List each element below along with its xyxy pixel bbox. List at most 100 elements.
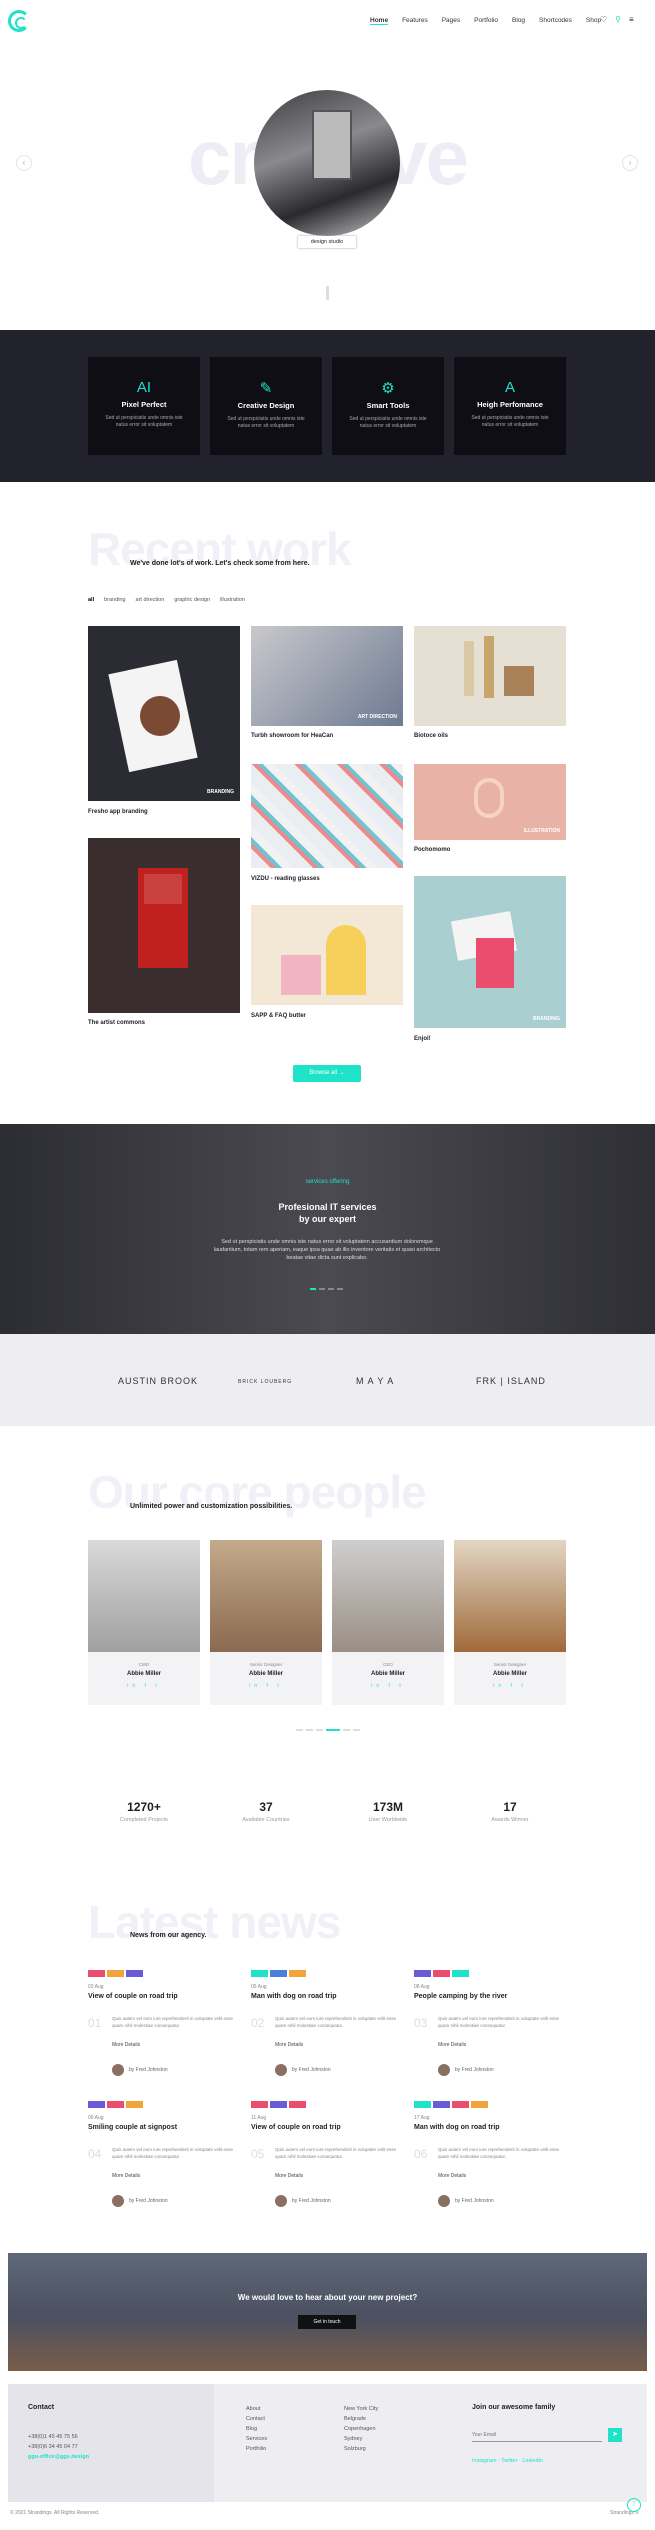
work-label[interactable]: Enjoi! [414,1036,431,1042]
nav-features[interactable]: Features [402,17,428,25]
nav-portfolio[interactable]: Portfolio [474,17,498,25]
more-details-link[interactable]: More Details [112,2173,140,2179]
stat-value: 1270+ [127,1800,161,1814]
back-to-top-icon[interactable]: ↑ [627,2498,641,2512]
stat: 17 Awards Winner [450,1800,570,1823]
work-tile[interactable] [88,838,240,1013]
stat-value: 37 [259,1800,273,1814]
news-excerpt: Quis autem vel eum iure reprehenderit in… [275,2016,397,2028]
logo[interactable] [8,10,30,32]
send-icon[interactable]: ➤ [608,2428,622,2442]
client-logo: BRICK LOUBERG [238,1379,293,1385]
heart-icon[interactable]: ♡ [600,15,607,24]
team-photo [332,1540,444,1652]
footer-link[interactable]: Contact [246,2414,267,2424]
news-date: 03 Aug [88,1984,104,1990]
work-label[interactable]: The artist commons [88,1020,145,1026]
news-title[interactable]: People camping by the river [414,1993,564,2000]
work-tile[interactable]: ART DIRECTION [251,626,403,726]
footer-link[interactable]: Blog [246,2424,267,2434]
footer-link[interactable]: About [246,2404,267,2414]
nav-shop[interactable]: Shop [586,17,601,25]
feature-title: Creative Design [237,401,295,410]
feature-card: AI Pixel Perfect Sed ut perspiciatis und… [88,357,200,455]
work-tile[interactable]: BRANDING [414,876,566,1028]
next-arrow-icon[interactable]: › [622,155,638,171]
browse-all-button[interactable]: Browse all → [293,1065,361,1082]
filter-illustration[interactable]: illustration [220,597,245,603]
services-text: Sed ut perspiciatis unde omnis iste natu… [213,1239,441,1261]
footer-link[interactable]: New York City [344,2404,378,2414]
news-excerpt: Quis autem vel eum iure reprehenderit in… [112,2147,234,2159]
nav-shortcodes[interactable]: Shortcodes [539,17,572,25]
footer-link[interactable]: Portfolio [246,2444,267,2454]
more-details-link[interactable]: More Details [275,2173,303,2179]
contact-email[interactable]: ggu-office@ggs.design [28,2452,89,2462]
people-big-heading: Our core people [88,1466,427,1518]
footer-link[interactable]: Copenhagen [344,2424,378,2434]
services-title-line-2: by our expert [298,1214,356,1224]
work-label[interactable]: Fresho app branding [88,809,148,815]
social-icons[interactable]: in f t [454,1683,566,1689]
work-tile[interactable] [414,626,566,726]
author-name: by Fred Johnston [292,2198,331,2204]
footer-link[interactable]: Solzburg [344,2444,378,2454]
news-number: 01 [88,2016,102,2030]
feature-card: ⚙ Smart Tools Sed ut perspiciatis unde o… [332,357,444,455]
avatar [438,2195,450,2207]
services-section: services offering Profesional IT service… [0,1124,655,1334]
news-author: by Fred Johnston [438,2064,494,2076]
news-title[interactable]: View of couple on road trip [251,2124,401,2131]
hero-badge: design studio [298,236,356,248]
filter-branding[interactable]: branding [104,597,125,603]
filter-graphic-design[interactable]: graphic design [174,597,210,603]
prev-arrow-icon[interactable]: ‹ [16,155,32,171]
more-details-link[interactable]: More Details [112,2042,140,2048]
news-title[interactable]: View of couple on road trip [88,1993,238,2000]
work-tile[interactable]: BRANDING [88,626,240,801]
feature-card: ✎ Creative Design Sed ut perspiciatis un… [210,357,322,455]
news-excerpt: Quis autem vel eum iure reprehenderit in… [438,2016,560,2028]
cart-icon[interactable]: ⚲ [615,15,621,24]
work-label[interactable]: Biotoce oils [414,733,448,739]
news-title[interactable]: Man with dog on road trip [251,1993,401,2000]
get-in-touch-button[interactable]: Get in touch [298,2315,356,2329]
more-details-link[interactable]: More Details [438,2042,466,2048]
footer-link[interactable]: Belgrade [344,2414,378,2424]
footer-link[interactable]: Sydney [344,2434,378,2444]
social-icons[interactable]: in f t [210,1683,322,1689]
team-role: CMO [138,1662,150,1667]
newsletter-email-input[interactable] [472,2428,602,2442]
social-icons[interactable]: in f t [332,1683,444,1689]
work-label[interactable]: VIZDU - reading glasses [251,876,320,882]
client-logo: FRK | ISLAND [476,1376,546,1386]
footer-link[interactable]: Services [246,2434,267,2444]
news-post: 08 Aug People camping by the river 03 Qu… [414,1970,564,2090]
menu-icon[interactable]: ≡ [629,15,634,24]
work-tile[interactable] [251,905,403,1005]
news-subtitle: News from our agency. [130,1932,207,1939]
social-icons[interactable]: in f t [88,1683,200,1689]
filter-all[interactable]: all [88,597,94,603]
social-links[interactable]: Instagram · Twitter · Linkedin [472,2456,543,2466]
nav-blog[interactable]: Blog [512,17,525,25]
work-label[interactable]: Pochomomo [414,847,450,853]
people-pagination[interactable] [296,1729,360,1731]
more-details-link[interactable]: More Details [275,2042,303,2048]
news-title[interactable]: Smiling couple at signpost [88,2124,238,2131]
nav-pages[interactable]: Pages [442,17,460,25]
services-pagination[interactable] [310,1288,343,1290]
work-tile[interactable]: ILLUSTRATION [414,764,566,840]
work-tile[interactable] [251,764,403,868]
team-photo [88,1540,200,1652]
clients-section: AUSTIN BROOK BRICK LOUBERG M A Y A FRK |… [0,1334,655,1426]
more-details-link[interactable]: More Details [438,2173,466,2179]
filter-art-direction[interactable]: art direction [136,597,165,603]
news-title[interactable]: Man with dog on road trip [414,2124,564,2131]
news-author: by Fred Johnston [275,2195,331,2207]
nav-home[interactable]: Home [370,17,389,25]
work-label[interactable]: SAPP & FAQ butter [251,1013,306,1019]
stat-label: Awards Winner [491,1817,529,1823]
work-label[interactable]: Turbh showroom for HeaCan [251,733,333,739]
team-name: Abbie Miller [370,1671,405,1677]
